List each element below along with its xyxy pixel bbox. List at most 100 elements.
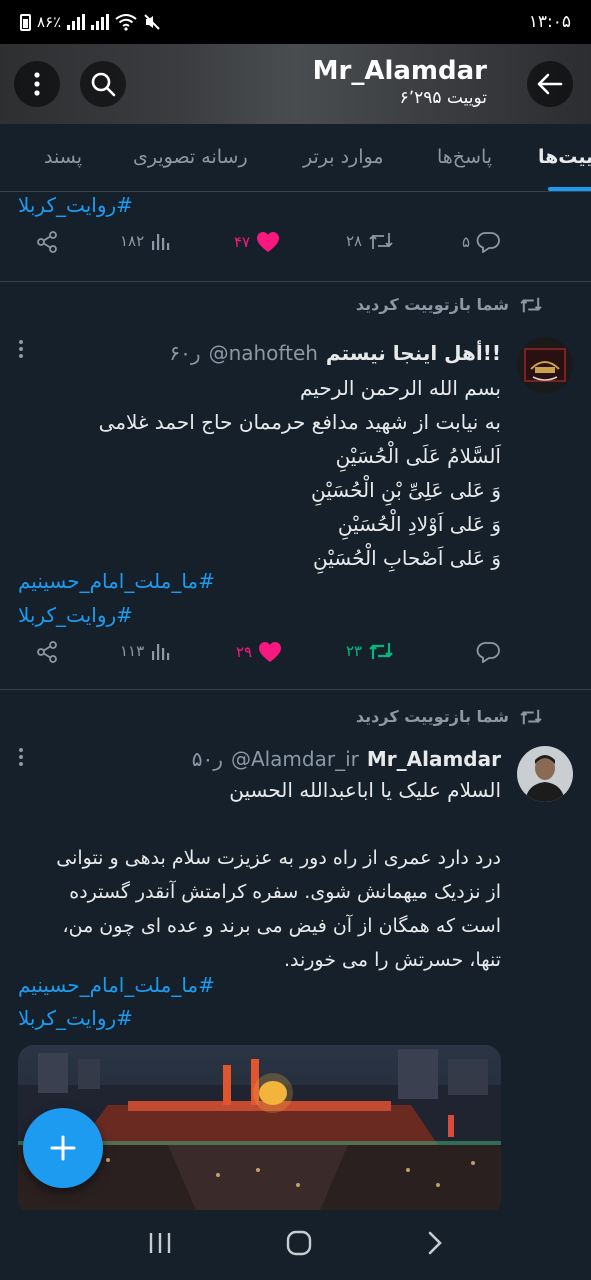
views-icon	[152, 234, 170, 250]
retweet-button[interactable]: ۲۸	[346, 231, 394, 251]
tweet-body: بسم الله الرحمن الرحیم به نیابت از شهید …	[18, 371, 501, 575]
tweet-line: السلام علیک یا اباعبدالله الحسین	[229, 778, 501, 802]
like-button[interactable]: ۴۷	[234, 231, 280, 253]
views-count: ۱۱۳	[120, 642, 145, 660]
home-button[interactable]	[286, 1230, 312, 1260]
tweet-count: ۶٬۲۹۵ توییت	[399, 88, 487, 108]
tweet-line: از نزدیک میهمانش شوی. سفره کرامتش آنقدر …	[69, 881, 501, 903]
back-button[interactable]	[527, 61, 573, 107]
compose-tweet-button[interactable]	[23, 1108, 103, 1188]
tweet-divider	[0, 281, 591, 282]
tab-media[interactable]: رسانه تصویری	[133, 146, 248, 168]
tweet-line: درد دارد عمری از راه دور به عزیزت سلام ب…	[56, 847, 501, 869]
clock: ۱۳:۰۵	[528, 12, 571, 32]
profile-header: Mr_Alamdar ۶٬۲۹۵ توییت	[0, 44, 591, 124]
hashtag-link[interactable]: #روایت_کربلا	[18, 1006, 133, 1030]
tweet-divider	[0, 689, 591, 690]
views-icon	[152, 644, 170, 660]
retweet-active-icon	[369, 643, 393, 659]
likes-count: ۲۹	[236, 643, 253, 661]
tweet-body: السلام علیک یا اباعبدالله الحسین	[18, 773, 501, 807]
tweet-line: بسم الله الرحمن الرحیم	[299, 376, 501, 400]
mute-icon	[144, 14, 160, 30]
retweet-label: شما بازتوییت کردید	[355, 295, 509, 314]
retweet-button[interactable]: ۲۳	[346, 641, 394, 661]
tweet-line: وَ عَلی اَوْلادِ الْحُسَیْنِ	[337, 512, 501, 536]
status-bar: ۸۶٪ ۱۳:۰۵	[0, 0, 591, 44]
header-title-block: Mr_Alamdar ۶٬۲۹۵ توییت	[313, 56, 487, 108]
more-vertical-icon	[19, 748, 23, 766]
tweet-line: اَلسَّلامُ عَلَی الْحُسَیْنِ	[335, 444, 501, 468]
share-button[interactable]	[36, 641, 58, 663]
tweet-header: ۵۰ر @Alamdar_ir Mr_Alamdar	[18, 747, 501, 771]
chevron-right-icon	[428, 1231, 442, 1255]
tweet-feed[interactable]: #روایت_کربلا ۱۸۲ ۴۷ ۲۸ ۵ شما بازتوییت کر…	[0, 193, 591, 1210]
hashtag-link[interactable]: #روایت_کربلا	[18, 603, 133, 627]
tweet-menu-button[interactable]	[18, 747, 24, 772]
system-navigation-bar	[0, 1210, 591, 1280]
tweet-line: تنها، حسرتش را می خورند.	[283, 949, 501, 971]
share-icon	[37, 641, 57, 663]
tweet-header: ۶۰ر @nahofteh أهل اینجا نیستم!!	[18, 341, 501, 365]
reply-icon	[476, 642, 500, 663]
tweet-handle[interactable]: @nahofteh	[209, 341, 318, 365]
tweet-time: ۵۰ر	[191, 747, 223, 771]
retweet-small-icon	[520, 709, 542, 724]
hashtag-link[interactable]: #روایت_کربلا	[18, 193, 133, 217]
plus-icon	[50, 1135, 76, 1161]
tweet-actions: ۱۱۳ ۲۹ ۲۳	[0, 641, 591, 681]
views-counter[interactable]: ۱۸۲	[120, 231, 170, 251]
profile-name: Mr_Alamdar	[312, 56, 487, 86]
system-back-button[interactable]	[426, 1230, 444, 1260]
likes-count: ۴۷	[234, 233, 251, 251]
like-button[interactable]: ۲۹	[236, 641, 282, 663]
battery-icon	[20, 13, 31, 31]
share-button[interactable]	[36, 231, 58, 253]
retweet-small-icon	[520, 297, 542, 312]
search-button[interactable]	[80, 61, 126, 107]
retweets-count: ۲۳	[346, 642, 363, 660]
reply-button[interactable]: ۵	[462, 231, 500, 253]
avatar-image	[517, 746, 573, 802]
tweet-line: به نیابت از شهید مدافع حرممان حاج احمد غ…	[98, 410, 501, 434]
tweet-line: وَ عَلی عَلِیِّ بْنِ الْحُسَیْنِ	[311, 478, 501, 502]
hashtag-link[interactable]: #ما_ملت_امام_حسینیم	[18, 973, 215, 997]
retweet-label: شما بازتوییت کردید	[355, 707, 509, 726]
tweet-display-name[interactable]: Mr_Alamdar	[367, 747, 501, 771]
tweet-time: ۶۰ر	[169, 341, 201, 365]
retweet-icon	[369, 233, 393, 249]
hashtag-link[interactable]: #ما_ملت_امام_حسینیم	[18, 569, 215, 593]
retweeted-indicator: شما بازتوییت کردید	[356, 707, 543, 726]
tweet-menu-button[interactable]	[18, 339, 24, 364]
share-icon	[37, 231, 57, 253]
views-counter[interactable]: ۱۱۳	[120, 641, 170, 661]
tweet-paragraph: درد دارد عمری از راه دور به عزیزت سلام ب…	[18, 841, 501, 977]
reply-icon	[476, 232, 500, 253]
more-vertical-icon	[34, 72, 40, 96]
recent-apps-button[interactable]	[147, 1231, 173, 1259]
replies-count: ۵	[462, 233, 471, 251]
reply-button[interactable]	[476, 641, 500, 663]
active-tab-indicator	[548, 187, 591, 191]
tab-highlights[interactable]: موارد برتر	[303, 146, 384, 168]
home-icon	[287, 1230, 312, 1256]
more-options-button[interactable]	[14, 61, 60, 107]
more-vertical-icon	[19, 340, 23, 358]
avatar[interactable]	[517, 337, 573, 393]
avatar[interactable]	[517, 746, 573, 802]
search-icon	[91, 72, 116, 97]
profile-tabs: توییت‌ها پاسخ‌ها موارد برتر رسانه تصویری…	[0, 124, 591, 192]
signal-icon-2	[91, 14, 110, 30]
battery-level: ۸۶٪	[37, 13, 62, 31]
tab-tweets[interactable]: توییت‌ها	[538, 146, 591, 168]
avatar-image	[517, 337, 573, 393]
tab-likes[interactable]: پسند	[0, 146, 82, 168]
tweet-display-name[interactable]: أهل اینجا نیستم!!	[326, 341, 501, 365]
status-icons: ۸۶٪	[20, 13, 161, 31]
heart-filled-icon	[257, 232, 280, 252]
tab-replies[interactable]: پاسخ‌ها	[437, 146, 492, 168]
tweet-actions: ۱۸۲ ۴۷ ۲۸ ۵	[0, 231, 591, 271]
tweet-handle[interactable]: @Alamdar_ir	[231, 747, 359, 771]
retweets-count: ۲۸	[346, 232, 363, 250]
views-count: ۱۸۲	[120, 232, 145, 250]
